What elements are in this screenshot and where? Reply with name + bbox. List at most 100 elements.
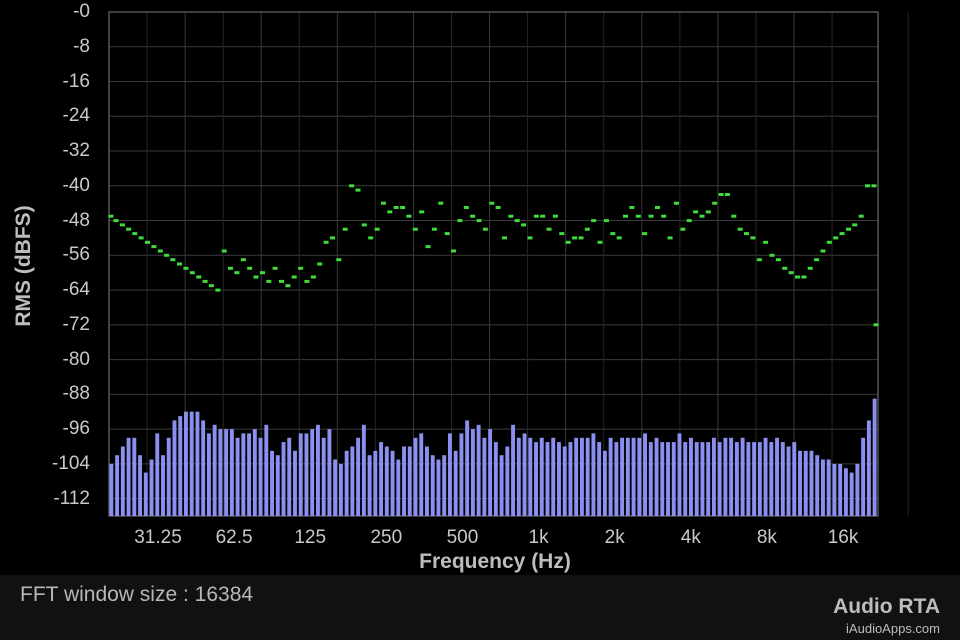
spectrum-bar [379, 442, 384, 516]
spectrum-bar [551, 437, 556, 516]
peak-hold-marker [355, 188, 361, 192]
peak-hold-marker [228, 266, 233, 270]
spectrum-bar [769, 442, 774, 516]
peak-hold-marker [552, 214, 558, 218]
spectrum-bar [218, 429, 223, 516]
spectrum-bar [281, 442, 286, 516]
peak-hold-marker [119, 223, 125, 227]
spectrum-bar [522, 433, 527, 516]
peak-hold-marker [769, 253, 775, 257]
peak-hold-marker [616, 236, 622, 240]
peak-hold-marker [374, 227, 380, 231]
peak-hold-marker [623, 214, 628, 218]
spectrum-bar [447, 433, 452, 516]
x-tick-label: 500 [446, 527, 479, 548]
spectrum-bar [625, 437, 630, 516]
spectrum-bar [356, 437, 361, 516]
footer-bar: FFT window size : 16384 Audio RTA iAudio… [0, 575, 960, 640]
fft-window-size-label[interactable]: FFT window size : 16384 [20, 583, 253, 607]
y-tick-label: -112 [53, 487, 90, 509]
peak-hold-marker [361, 223, 367, 227]
peak-hold-marker [336, 258, 342, 262]
peak-hold-marker [540, 214, 546, 218]
spectrum-bar [740, 437, 745, 516]
spectrum-bar [419, 433, 424, 516]
y-tick-label: -80 [62, 348, 90, 370]
peak-hold-marker [164, 253, 170, 257]
peak-hold-marker [451, 249, 456, 253]
peak-hold-marker [342, 227, 348, 231]
spectrum-bar [115, 455, 120, 516]
peak-hold-marker [654, 206, 660, 209]
spectrum-bar [706, 442, 711, 516]
x-tick-label: 62.5 [215, 527, 253, 548]
spectrum-bar [201, 420, 206, 516]
peak-hold-marker [826, 240, 832, 244]
peak-hold-marker [495, 206, 501, 209]
peak-hold-marker [852, 223, 858, 227]
peak-hold-marker [240, 258, 246, 262]
peak-hold-marker [470, 214, 476, 218]
spectrum-bar [855, 463, 860, 516]
spectrum-bar [700, 442, 705, 516]
peak-hold-marker [873, 323, 879, 327]
peak-hold-marker [476, 219, 482, 223]
spectrum-chart: RMS (dBFS) Frequency (Hz) -0 -8 -16 -24 -32-… [0, 0, 960, 575]
peak-hold-marker [635, 214, 641, 218]
peak-hold-marker [323, 240, 329, 244]
spectrum-bar [224, 429, 229, 516]
spectrum-bar [149, 459, 154, 516]
spectrum-bar [849, 472, 854, 516]
peak-hold-marker [317, 262, 323, 266]
spectrum-bar [803, 450, 808, 516]
spectrum-bar [614, 442, 619, 516]
peak-hold-marker [572, 236, 578, 240]
spectrum-bar [166, 437, 171, 516]
spectrum-bar [264, 424, 269, 516]
peak-hold-marker [215, 288, 221, 292]
peak-hold-marker [680, 227, 686, 231]
y-tick-label: -96 [62, 418, 90, 440]
peak-hold-marker [705, 210, 711, 214]
peak-hold-marker [610, 232, 616, 236]
spectrum-bar [752, 442, 757, 516]
peak-hold-marker [138, 236, 144, 240]
y-tick-label: -16 [62, 70, 90, 92]
spectrum-bar [493, 442, 498, 516]
spectrum-bar [470, 429, 475, 516]
spectrum-bar [597, 442, 602, 516]
peak-hold-marker [629, 206, 635, 209]
peak-hold-marker [858, 214, 864, 218]
x-tick-label: 2k [604, 527, 625, 548]
y-tick-label: -24 [62, 105, 90, 127]
spectrum-bar [252, 429, 257, 516]
spectrum-bar [746, 442, 751, 516]
spectrum-bar [843, 468, 848, 516]
spectrum-bar [775, 437, 779, 516]
spectrum-bar [126, 437, 131, 516]
peak-hold-marker [871, 184, 877, 188]
peak-hold-marker [597, 240, 603, 244]
peak-hold-marker [699, 214, 705, 218]
peak-hold-marker [833, 236, 839, 240]
y-tick-label: -8 [73, 35, 90, 57]
spectrum-bar [608, 437, 613, 516]
x-tick-label: 16k [827, 527, 859, 548]
peak-hold-marker [126, 227, 132, 231]
spectrum-bar [459, 433, 464, 516]
peak-hold-marker [775, 258, 781, 262]
y-tick-label: -40 [62, 174, 90, 196]
peak-hold-marker [674, 201, 679, 205]
spectrum-bar [361, 424, 366, 516]
spectrum-bar [671, 442, 676, 516]
peak-hold-marker [865, 184, 870, 188]
peak-hold-marker [763, 240, 769, 244]
peak-hold-marker [737, 227, 743, 231]
peak-hold-marker [419, 210, 425, 214]
x-tick-label: 8k [756, 527, 777, 548]
spectrum-bar [574, 437, 579, 516]
spectrum-bar [247, 433, 252, 516]
spectrum-bar [178, 416, 183, 516]
peak-hold-marker [425, 245, 431, 249]
peak-hold-marker [145, 240, 150, 244]
